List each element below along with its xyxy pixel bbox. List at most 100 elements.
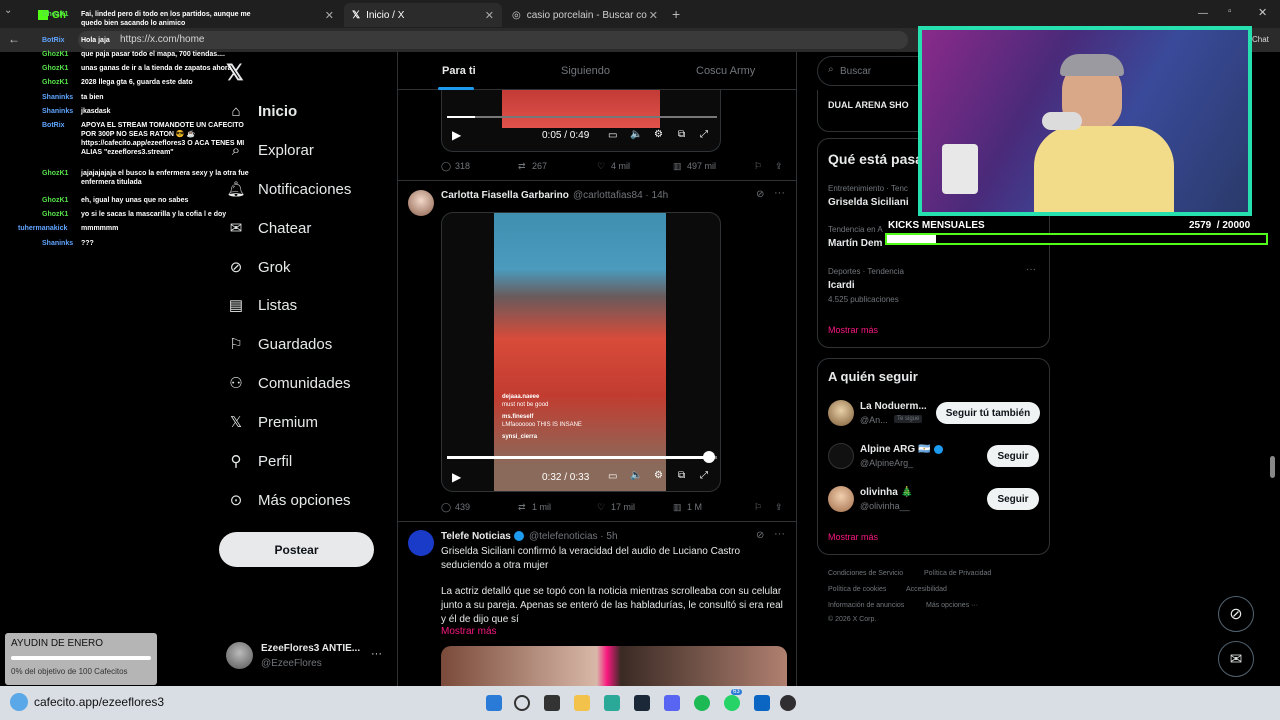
post1-like-icon[interactable]: ♡ bbox=[597, 161, 605, 172]
steam-icon[interactable] bbox=[634, 695, 650, 711]
tab-3[interactable]: ◎ casio porcelain - Buscar con Goog ✕ bbox=[504, 3, 666, 27]
follow-show-more[interactable]: Mostrar más bbox=[828, 532, 878, 542]
post2-reply-icon[interactable]: ◯ bbox=[441, 502, 451, 513]
scrollbar[interactable] bbox=[1270, 456, 1275, 478]
follow-3-name[interactable]: olivinha 🎄 bbox=[860, 487, 913, 498]
captions-icon[interactable]: ▭ bbox=[608, 471, 617, 482]
whatsapp-icon[interactable] bbox=[724, 695, 740, 711]
captions-icon[interactable]: ▭ bbox=[608, 130, 617, 141]
post3-image[interactable] bbox=[441, 646, 787, 686]
chat-username[interactable]: tuhermanakick bbox=[0, 224, 81, 233]
account-more-icon[interactable]: ··· bbox=[371, 648, 382, 660]
post3-more-icon[interactable]: ··· bbox=[774, 528, 785, 540]
follow-button[interactable]: Seguir bbox=[987, 488, 1039, 510]
nav-m-s-opciones[interactable]: ⊙ Más opciones bbox=[226, 485, 351, 515]
settings-icon[interactable]: ⚙ bbox=[654, 129, 663, 140]
follow-3-avatar[interactable] bbox=[828, 486, 854, 512]
volume-icon[interactable]: 🔈 bbox=[630, 129, 642, 140]
post-button[interactable]: Postear bbox=[219, 532, 374, 567]
tab-para-ti[interactable]: Para ti bbox=[442, 65, 476, 77]
post1-video[interactable]: ▶ 0:05 / 0:49 ▭ 🔈 ⚙ ⧉ ⤢ bbox=[441, 90, 721, 152]
spotify-icon[interactable] bbox=[694, 695, 710, 711]
follow-1-name[interactable]: La Noduerm... bbox=[860, 401, 927, 412]
chat-username[interactable]: GhozK1 bbox=[0, 10, 81, 19]
nav-guardados[interactable]: ⚐ Guardados bbox=[226, 329, 332, 359]
app-icon[interactable] bbox=[754, 695, 770, 711]
footer-privacy[interactable]: Política de Privacidad bbox=[924, 570, 991, 577]
settings-icon[interactable]: ⚙ bbox=[654, 470, 663, 481]
account-switcher[interactable]: EzeeFlores3 ANTIE... @EzeeFlores ··· bbox=[222, 638, 392, 678]
trends-show-more[interactable]: Mostrar más bbox=[828, 325, 878, 335]
chat-username[interactable]: GhozK1 bbox=[0, 169, 81, 178]
follow-2-avatar[interactable] bbox=[828, 443, 854, 469]
volume-icon[interactable]: 🔈 bbox=[630, 470, 642, 481]
chat-username[interactable]: GhozK1 bbox=[0, 196, 81, 205]
post1-bookmark-icon[interactable]: ⚐ bbox=[754, 161, 762, 172]
pip-icon[interactable]: ⧉ bbox=[678, 129, 685, 140]
maximize-icon[interactable]: ▫ bbox=[1228, 6, 1232, 17]
nav-comunidades[interactable]: ⚇ Comunidades bbox=[226, 368, 350, 398]
minimize-icon[interactable]: — bbox=[1198, 8, 1208, 19]
post1-views-icon[interactable]: ▥ bbox=[673, 161, 682, 172]
pip-icon[interactable]: ⧉ bbox=[678, 470, 685, 481]
play-icon[interactable]: ▶ bbox=[452, 128, 461, 142]
start-icon[interactable] bbox=[486, 695, 502, 711]
messages-float-button[interactable]: ✉ bbox=[1218, 641, 1254, 677]
footer-more[interactable]: Más opciones ··· bbox=[926, 602, 978, 609]
chat-username[interactable]: Shaninks bbox=[0, 93, 81, 102]
edge-icon[interactable] bbox=[604, 695, 620, 711]
play-icon[interactable]: ▶ bbox=[452, 470, 461, 484]
trend-3-name[interactable]: Icardi bbox=[828, 280, 855, 291]
post2-avatar[interactable] bbox=[408, 190, 434, 216]
grok-float-button[interactable]: ⊘ bbox=[1218, 596, 1254, 632]
post2-author[interactable]: Carlotta Fiasella Garbarino bbox=[441, 190, 569, 201]
chat-username[interactable]: GhozK1 bbox=[0, 78, 81, 87]
trend-3-more-icon[interactable]: ··· bbox=[1026, 264, 1036, 275]
chat-username[interactable]: GhozK1 bbox=[0, 210, 81, 219]
chat-username[interactable]: BotRix bbox=[0, 36, 81, 45]
chat-username[interactable]: BotRix bbox=[0, 121, 81, 130]
post2-like-icon[interactable]: ♡ bbox=[597, 502, 605, 513]
dual-arena-title[interactable]: DUAL ARENA SHO bbox=[828, 100, 909, 110]
post3-handle[interactable]: @telefenoticias · 5h bbox=[529, 531, 618, 542]
post3-author[interactable]: Telefe Noticias bbox=[441, 531, 511, 542]
post1-progress-track[interactable] bbox=[447, 116, 717, 118]
post3-avatar[interactable] bbox=[408, 530, 434, 556]
post2-views-icon[interactable]: ▥ bbox=[673, 502, 682, 513]
new-tab-button[interactable]: + bbox=[672, 6, 680, 22]
nav-premium[interactable]: 𝕏 Premium bbox=[226, 407, 318, 437]
tab-3-close-icon[interactable]: ✕ bbox=[649, 9, 658, 22]
post2-repost-icon[interactable]: ⇄ bbox=[518, 502, 526, 513]
footer-cookies[interactable]: Política de cookies bbox=[828, 586, 886, 593]
chat-button[interactable]: Chat bbox=[1252, 35, 1269, 44]
trend-2-name[interactable]: Martín Dem bbox=[828, 238, 882, 249]
chat-username[interactable]: Shaninks bbox=[0, 239, 81, 248]
chat-username[interactable]: GhozK1 bbox=[0, 64, 81, 73]
nav-listas[interactable]: ▤ Listas bbox=[226, 290, 297, 320]
tab-2[interactable]: 𝕏 Inicio / X ✕ bbox=[344, 3, 502, 27]
discord-icon[interactable] bbox=[664, 695, 680, 711]
show-more-link[interactable]: Mostrar más bbox=[441, 626, 497, 637]
post2-share-icon[interactable]: ⇪ bbox=[775, 502, 783, 513]
tab-siguiendo[interactable]: Siguiendo bbox=[561, 65, 610, 77]
post2-bookmark-icon[interactable]: ⚐ bbox=[754, 502, 762, 513]
grok-icon[interactable]: ⊘ bbox=[756, 530, 764, 541]
post2-progress-handle[interactable] bbox=[702, 451, 715, 463]
fullscreen-icon[interactable]: ⤢ bbox=[700, 470, 708, 481]
footer-terms[interactable]: Condiciones de Servicio bbox=[828, 570, 903, 577]
grok-icon[interactable]: ⊘ bbox=[756, 189, 764, 200]
nav-perfil[interactable]: ⚲ Perfil bbox=[226, 446, 293, 476]
chat-username[interactable]: GhozK1 bbox=[0, 50, 81, 59]
file-explorer-icon[interactable] bbox=[574, 695, 590, 711]
fullscreen-icon[interactable]: ⤢ bbox=[700, 129, 708, 140]
tab-1-close-icon[interactable]: ✕ bbox=[325, 9, 334, 22]
follow-button[interactable]: Seguir bbox=[987, 445, 1039, 467]
follow-back-button[interactable]: Seguir tú también bbox=[936, 402, 1040, 424]
post1-repost-icon[interactable]: ⇄ bbox=[518, 161, 526, 172]
search-icon[interactable] bbox=[514, 695, 530, 711]
chat-username[interactable]: Shaninks bbox=[0, 107, 81, 116]
post2-video[interactable]: dejaaa.naeee must not be good ms.finesel… bbox=[441, 212, 721, 492]
obs-icon[interactable] bbox=[780, 695, 796, 711]
footer-ads-info[interactable]: Información de anuncios bbox=[828, 602, 904, 609]
follow-2-name[interactable]: Alpine ARG 🇦🇷 bbox=[860, 444, 930, 455]
